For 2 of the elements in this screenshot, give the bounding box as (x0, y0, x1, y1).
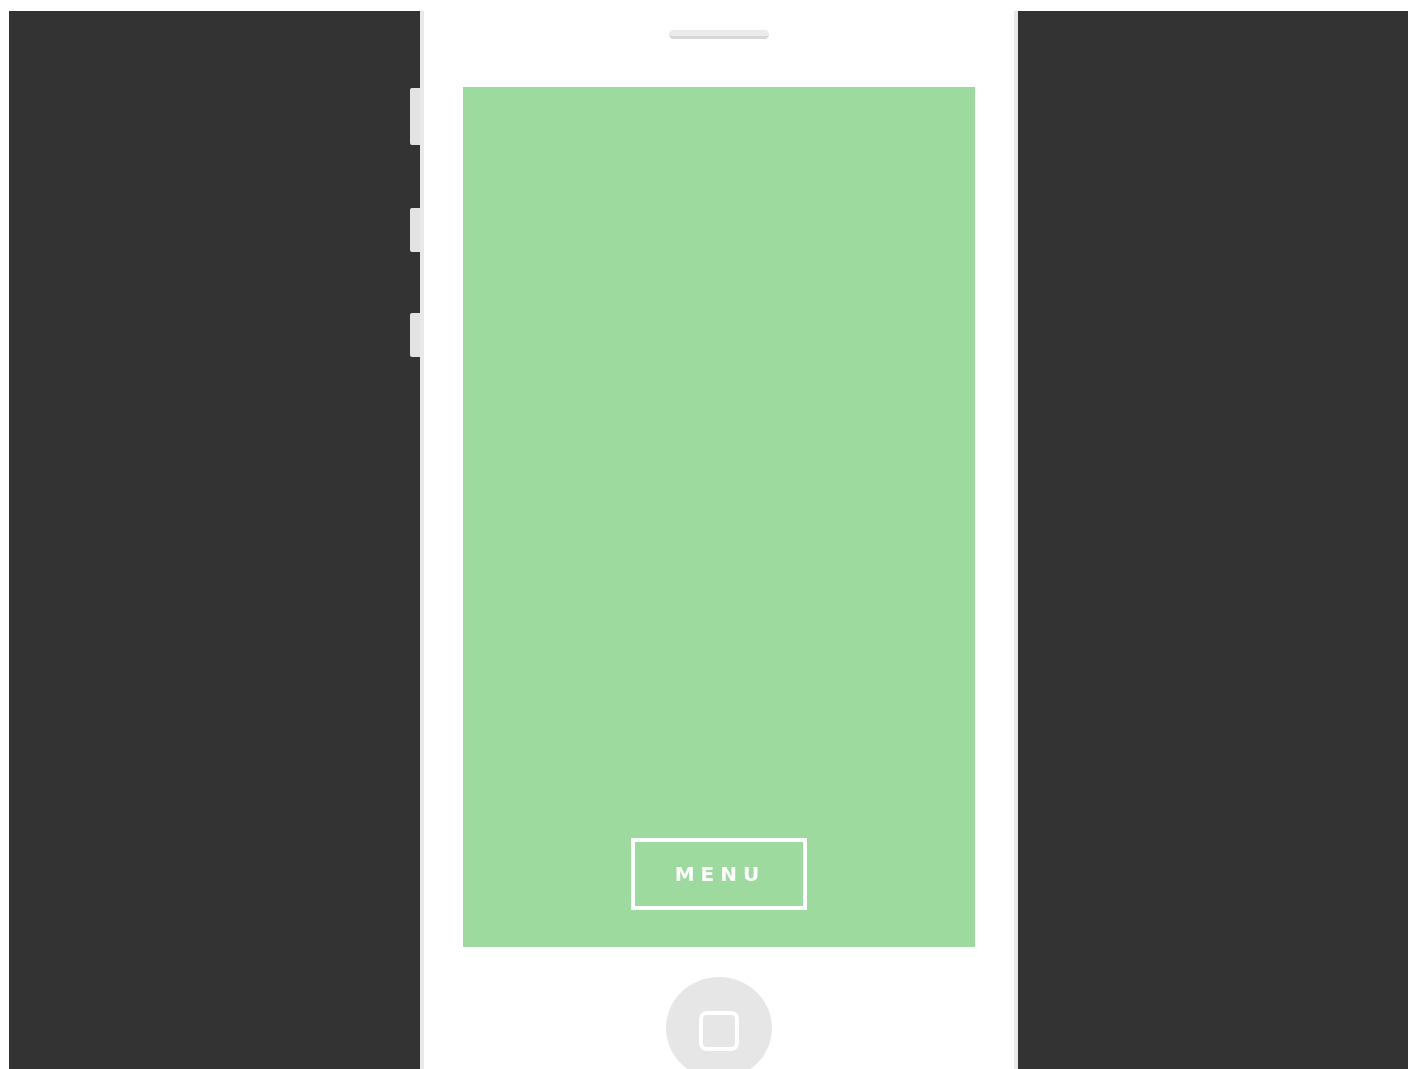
square-icon (699, 1010, 739, 1051)
menu-button[interactable]: MENU (631, 837, 807, 910)
